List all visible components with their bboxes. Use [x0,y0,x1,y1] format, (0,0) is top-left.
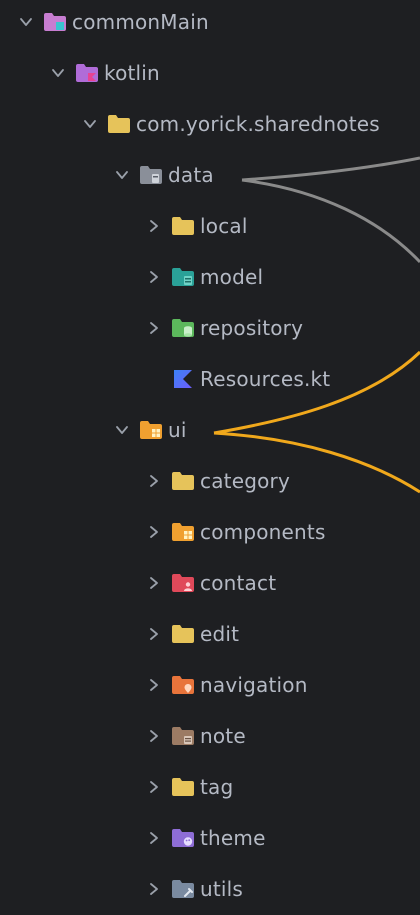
chevron-right-icon[interactable] [146,320,162,336]
tree-node-label: ui [168,418,187,442]
repository-folder-icon [172,319,194,337]
tree-node-label: category [200,469,290,493]
model-folder-icon [172,268,194,286]
tree-node-label: edit [200,622,240,646]
project-tree: commonMain kotlin com.yorick.sharednotes da… [0,0,420,910]
tree-node-label: repository [200,316,304,340]
source-root-folder-icon [44,13,66,31]
chevron-down-icon[interactable] [18,14,34,30]
chevron-placeholder [146,371,162,387]
tree-node-resources-kt[interactable]: Resources.kt [0,354,420,405]
kotlin-file-icon [172,370,194,388]
chevron-right-icon[interactable] [146,881,162,897]
chevron-right-icon[interactable] [146,473,162,489]
tree-node-contact[interactable]: contact [0,558,420,609]
tree-node-local[interactable]: local [0,201,420,252]
chevron-right-icon[interactable] [146,575,162,591]
tree-node-label: local [200,214,248,238]
chevron-down-icon[interactable] [114,422,130,438]
tree-node-commonmain[interactable]: commonMain [0,0,420,48]
chevron-right-icon[interactable] [146,218,162,234]
navigation-folder-icon [172,676,194,694]
tree-node-model[interactable]: model [0,252,420,303]
tree-node-ui[interactable]: ui [0,405,420,456]
tree-node-components[interactable]: components [0,507,420,558]
chevron-right-icon[interactable] [146,779,162,795]
theme-folder-icon [172,829,194,847]
tree-node-edit[interactable]: edit [0,609,420,660]
chevron-right-icon[interactable] [146,677,162,693]
tree-node-utils[interactable]: utils [0,864,420,915]
tree-node-label: Resources.kt [200,367,331,391]
tree-node-label: components [200,520,326,544]
tree-node-label: data [168,163,214,187]
chevron-right-icon[interactable] [146,830,162,846]
tree-node-label: model [200,265,264,289]
tree-node-label: theme [200,826,266,850]
note-folder-icon [172,727,194,745]
components-folder-icon [172,523,194,541]
folder-icon [172,217,194,235]
kotlin-folder-icon [76,64,98,82]
chevron-right-icon[interactable] [146,269,162,285]
tree-node-label: kotlin [104,61,160,85]
utils-folder-icon [172,880,194,898]
tree-node-label: note [200,724,246,748]
tree-node-label: utils [200,877,244,901]
tree-node-note[interactable]: note [0,711,420,762]
contact-folder-icon [172,574,194,592]
tree-node-label: com.yorick.sharednotes [136,112,380,136]
tree-node-theme[interactable]: theme [0,813,420,864]
folder-icon [172,778,194,796]
chevron-down-icon[interactable] [82,116,98,132]
tree-node-com-yorick-sharednotes[interactable]: com.yorick.sharednotes [0,99,420,150]
tree-node-label: tag [200,775,234,799]
tree-node-repository[interactable]: repository [0,303,420,354]
package-folder-icon [108,115,130,133]
tree-node-label: navigation [200,673,308,697]
chevron-right-icon[interactable] [146,626,162,642]
folder-icon [172,472,194,490]
chevron-down-icon[interactable] [114,167,130,183]
chevron-down-icon[interactable] [50,65,66,81]
tree-node-kotlin[interactable]: kotlin [0,48,420,99]
data-folder-icon [140,166,162,184]
folder-icon [172,625,194,643]
chevron-right-icon[interactable] [146,524,162,540]
tree-node-navigation[interactable]: navigation [0,660,420,711]
tree-node-label: commonMain [72,10,209,34]
tree-node-data[interactable]: data [0,150,420,201]
tree-node-label: contact [200,571,277,595]
ui-folder-icon [140,421,162,439]
tree-node-tag[interactable]: tag [0,762,420,813]
tree-node-category[interactable]: category [0,456,420,507]
chevron-right-icon[interactable] [146,728,162,744]
